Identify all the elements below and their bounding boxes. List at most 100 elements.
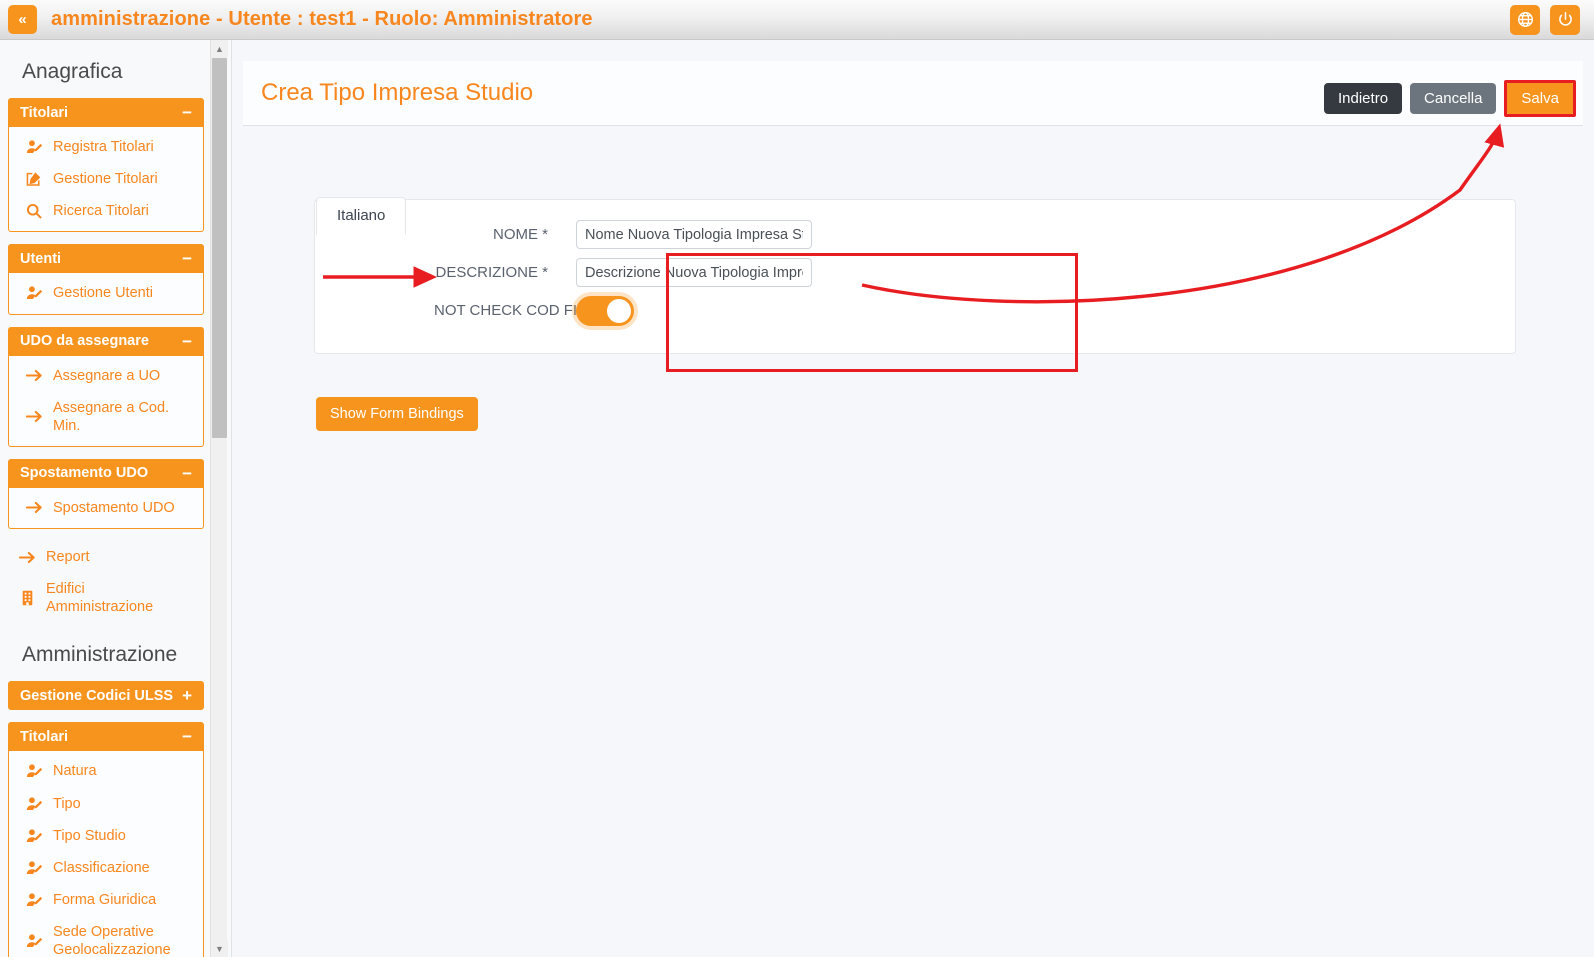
sidebar-item[interactable]: Edifici Amministrazione [8, 573, 204, 623]
sidebar-group-label: UDO da assegnare [20, 333, 149, 349]
collapse-minus-icon[interactable]: − [182, 333, 192, 350]
not-check-cod-fis-label: NOT CHECK COD FIS * [434, 302, 598, 319]
sidebar-group-body: Natura Tipo Tipo Studio Classificazione Form… [8, 751, 204, 957]
collapse-minus-icon[interactable]: − [182, 465, 192, 482]
field-row-not-check-cod-fis: NOT CHECK COD FIS * [434, 292, 846, 329]
arrow-right-icon [25, 409, 43, 424]
sidebar-item[interactable]: Registra Titolari [9, 131, 203, 163]
sidebar-group: UDO da assegnare − Assegnare a UO Assegnare… [8, 326, 204, 447]
descrizione-input[interactable] [576, 258, 812, 287]
scroll-down-arrow-icon[interactable]: ▼ [211, 940, 228, 957]
building-icon [18, 590, 36, 606]
sidebar-group-body: Gestione Utenti [8, 273, 204, 315]
sidebar-item[interactable]: Ricerca Titolari [9, 195, 203, 227]
sidebar-item-label: Assegnare a Cod. Min. [53, 399, 170, 434]
save-button[interactable]: Salva [1507, 83, 1573, 114]
sidebar-item-label: Classificazione [53, 859, 150, 876]
save-button-highlight: Salva [1504, 80, 1576, 117]
top-bar: « amministrazione - Utente : test1 - Ruo… [0, 0, 1594, 40]
sidebar-group-header[interactable]: Utenti − [8, 244, 204, 274]
sidebar-scrollbar[interactable]: ▲ ▼ [210, 40, 228, 957]
toggle-knob [607, 298, 631, 323]
sidebar-item-label: Gestione Titolari [53, 171, 158, 188]
sidebar-item[interactable]: Forma Giuridica [9, 884, 203, 916]
collapse-minus-icon[interactable]: − [182, 728, 192, 745]
sidebar-group-body: Assegnare a UO Assegnare a Cod. Min. [8, 355, 204, 447]
user-edit-icon [25, 139, 43, 155]
sidebar-group-label: Gestione Codici ULSS [20, 687, 174, 704]
sidebar-item-label: Spostamento UDO [53, 499, 175, 516]
user-edit-icon [25, 933, 43, 949]
sidebar-group-label: Titolari [20, 728, 69, 745]
sidebar-item-label: Assegnare a UO [53, 367, 161, 384]
sidebar-group: Titolari − Natura Tipo Tipo Studio Classifica… [8, 722, 204, 957]
arrow-right-icon [25, 500, 43, 515]
chevron-double-left-icon[interactable]: « [8, 5, 37, 34]
collapse-minus-icon[interactable]: − [182, 250, 192, 267]
power-icon[interactable] [1550, 4, 1580, 35]
sidebar: Anagrafica Titolari − Registra Titolari Gest… [0, 40, 232, 957]
sidebar-group-header[interactable]: Titolari − [8, 98, 204, 127]
sidebar-item[interactable]: Gestione Utenti [9, 277, 203, 309]
sidebar-item[interactable]: Tipo Studio [9, 820, 203, 852]
field-row-nome: NOME * [434, 216, 846, 253]
sidebar-item[interactable]: Natura [9, 755, 203, 787]
sidebar-item-label: Natura [53, 763, 97, 780]
descrizione-label: DESCRIZIONE * [435, 264, 548, 281]
sidebar-group: Utenti − Gestione Utenti [8, 244, 204, 315]
sidebar-item-label: Edifici Amministrazione [46, 581, 154, 616]
sidebar-scroll-content: Anagrafica Titolari − Registra Titolari Gest… [0, 40, 212, 957]
sidebar-group-body: Spostamento UDO [8, 487, 204, 529]
user-edit-icon [25, 828, 43, 844]
tab-italiano[interactable]: Italiano [316, 197, 407, 235]
sidebar-item-label: Registra Titolari [53, 139, 154, 155]
sidebar-item-label: Ricerca Titolari [53, 203, 149, 220]
show-form-bindings-button[interactable]: Show Form Bindings [316, 397, 478, 431]
scroll-up-arrow-icon[interactable]: ▲ [211, 40, 228, 57]
nome-label: NOME * [492, 226, 548, 243]
user-edit-icon [25, 892, 43, 908]
sidebar-item[interactable]: Assegnare a UO [9, 360, 203, 392]
sidebar-group-header[interactable]: Gestione Codici ULSS + [8, 681, 204, 711]
nome-input[interactable] [576, 220, 812, 249]
sidebar-item[interactable]: Sede Operative Geolocalizzazione [9, 916, 203, 957]
page-title: Crea Tipo Impresa Studio [261, 79, 534, 106]
sidebar-group-body: Registra Titolari Gestione Titolari Ricerc… [8, 127, 204, 233]
sidebar-item-label: Tipo Studio [53, 827, 126, 844]
app-title: amministrazione - Utente : test1 - Ruolo… [51, 8, 593, 30]
collapse-minus-icon[interactable]: − [182, 104, 192, 121]
not-check-cod-fis-toggle[interactable] [576, 295, 634, 326]
sidebar-item[interactable]: Report [8, 541, 204, 573]
field-row-descrizione: DESCRIZIONE * [434, 254, 846, 291]
user-edit-icon [25, 763, 43, 779]
sidebar-group-header[interactable]: Titolari − [8, 722, 204, 752]
cancel-button[interactable]: Cancella [1410, 83, 1497, 114]
back-button[interactable]: Indietro [1324, 83, 1403, 114]
user-edit-icon [25, 285, 43, 301]
user-edit-icon [25, 796, 43, 812]
expand-plus-icon[interactable]: + [182, 687, 192, 704]
sidebar-item[interactable]: Gestione Titolari [9, 163, 203, 195]
sidebar-item-label: Report [46, 549, 90, 565]
search-icon [25, 203, 43, 219]
scrollbar-thumb[interactable] [212, 58, 227, 438]
sidebar-group: Spostamento UDO − Spostamento UDO [8, 458, 204, 529]
pencil-square-icon [25, 171, 43, 187]
sidebar-section-title: Anagrafica [22, 60, 123, 83]
globe-icon[interactable] [1510, 4, 1540, 35]
sidebar-item[interactable]: Assegnare a Cod. Min. [9, 392, 203, 442]
sidebar-item-label: Gestione Utenti [53, 285, 153, 302]
sidebar-item[interactable]: Tipo [9, 788, 203, 820]
sidebar-item[interactable]: Classificazione [9, 852, 203, 884]
sidebar-group-label: Titolari [20, 104, 69, 121]
sidebar-group-header[interactable]: UDO da assegnare − [8, 326, 204, 356]
sidebar-group-header[interactable]: Spostamento UDO − [8, 458, 204, 488]
sidebar-group-label: Spostamento UDO [20, 465, 149, 482]
sidebar-item-label: Forma Giuridica [53, 891, 157, 908]
sidebar-item[interactable]: Spostamento UDO [9, 492, 203, 524]
form-fields: NOME * DESCRIZIONE * NOT CHECK COD FIS * [434, 216, 846, 334]
sidebar-section-title: Amministrazione [22, 643, 178, 667]
sidebar-item-label: Sede Operative Geolocalizzazione [53, 924, 171, 957]
sidebar-item-label: Tipo [53, 795, 81, 812]
sidebar-group: Gestione Codici ULSS + [8, 681, 204, 711]
